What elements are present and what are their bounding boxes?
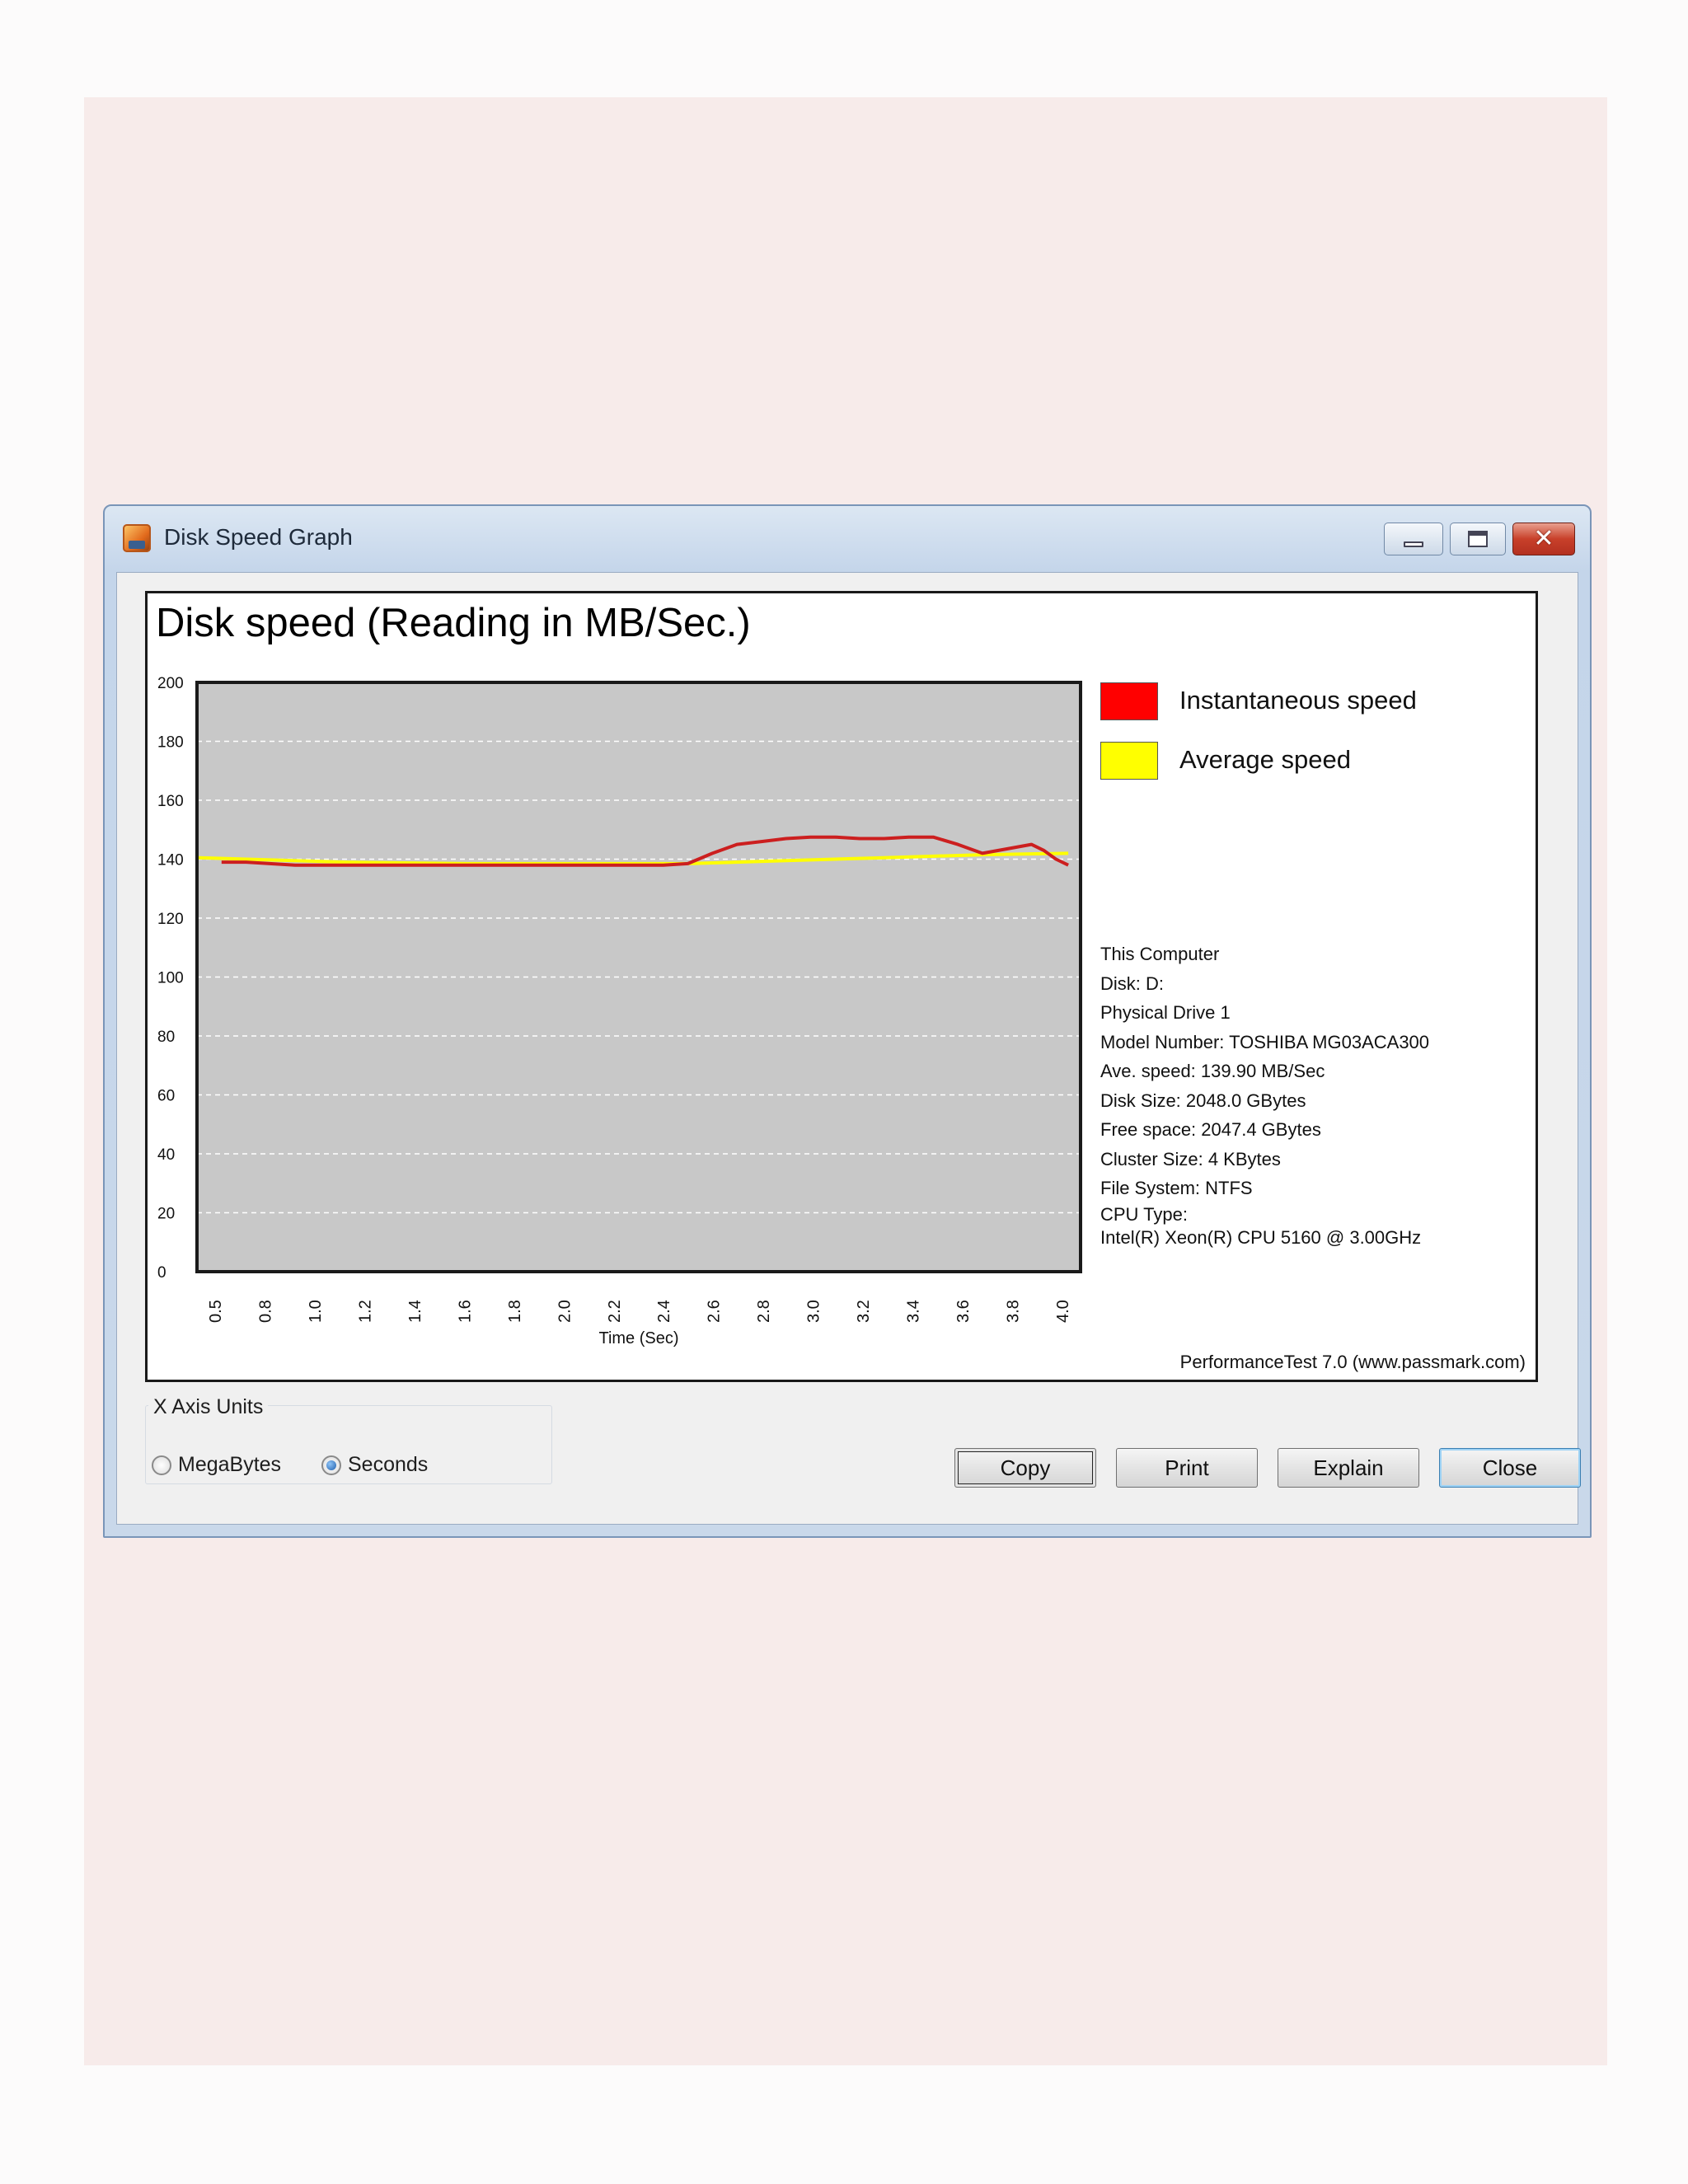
radio-seconds-label[interactable]: Seconds [348,1453,428,1477]
x-tick-label: 2.4 [655,1300,673,1323]
x-tick-label: 2.0 [556,1300,574,1323]
info-model-number: Model Number: TOSHIBA MG03ACA300 [1100,1031,1430,1052]
y-tick-label: 100 [157,970,184,987]
system-info: This Computer Disk: D: Physical Drive 1 … [1100,940,1529,1249]
legend-label-average: Average speed [1179,745,1351,774]
x-tick-label: 0.5 [207,1300,225,1323]
legend-swatch-instantaneous [1100,682,1158,720]
x-tick-label: 1.0 [307,1300,325,1323]
copy-button[interactable]: Copy [954,1448,1096,1488]
info-physical-drive: Physical Drive 1 [1100,1002,1231,1023]
plot-area [197,682,1081,1272]
x-axis-units-label: X Axis Units [148,1395,269,1419]
legend-label-instantaneous: Instantaneous speed [1179,686,1417,715]
y-tick-label: 60 [157,1088,175,1105]
maximize-button[interactable] [1450,523,1506,555]
title-bar[interactable]: Disk Speed Graph ✕ [105,506,1590,572]
info-free-space: Free space: 2047.4 GBytes [1100,1119,1321,1140]
x-tick-label: 3.8 [1005,1300,1023,1323]
disk-speed-graph-window: Disk Speed Graph ✕ Disk speed (Reading i… [103,504,1592,1538]
x-tick-label: 1.8 [506,1300,524,1323]
x-tick-label: 1.2 [356,1300,374,1323]
x-axis-label: Time (Sec) [598,1329,678,1347]
info-cluster-size: Cluster Size: 4 KBytes [1100,1148,1281,1169]
y-tick-label: 200 [157,675,184,692]
x-tick-label: 3.2 [855,1300,873,1323]
x-tick-label: 2.6 [706,1300,724,1323]
x-tick-label: 2.8 [755,1300,773,1323]
legend-swatch-average [1100,742,1158,780]
print-button[interactable]: Print [1116,1448,1258,1488]
y-tick-label: 120 [157,911,184,928]
client-area: Disk speed (Reading in MB/Sec.) 0 20 40 60 8… [116,572,1581,1525]
x-tick-label: 1.4 [406,1300,424,1323]
x-tick-label: 0.8 [256,1300,274,1323]
info-cpu-type-label: CPU Type: [1100,1203,1188,1225]
info-cpu-type-value: Intel(R) Xeon(R) CPU 5160 @ 3.00GHz [1100,1226,1422,1248]
x-tick-label: 4.0 [1054,1300,1072,1323]
info-computer: This Computer [1100,944,1220,964]
info-disk-size: Disk Size: 2048.0 GBytes [1100,1090,1306,1111]
chart-panel: Disk speed (Reading in MB/Sec.) 0 20 40 60 8… [145,591,1538,1382]
radio-megabytes-circle[interactable] [152,1455,171,1475]
radio-seconds-circle[interactable] [321,1455,341,1475]
minimize-icon [1404,541,1423,547]
y-tick-label: 40 [157,1146,175,1164]
maximize-icon [1468,531,1488,547]
close-button[interactable]: Close [1439,1448,1581,1488]
y-tick-label: 80 [157,1029,175,1046]
x-tick-label: 1.6 [456,1300,474,1323]
x-tick-label: 3.0 [805,1300,823,1323]
x-tick-label: 3.6 [954,1300,973,1323]
y-tick-label: 160 [157,793,184,810]
y-tick-label: 140 [157,852,184,869]
minimize-button[interactable] [1384,523,1443,555]
radio-seconds[interactable]: Seconds [321,1453,428,1477]
window-close-button[interactable]: ✕ [1512,523,1575,555]
close-icon: ✕ [1533,524,1554,553]
x-tick-label: 2.2 [606,1300,624,1323]
explain-button[interactable]: Explain [1278,1448,1419,1488]
radio-megabytes[interactable]: MegaBytes [152,1453,281,1477]
radio-megabytes-label[interactable]: MegaBytes [178,1453,281,1477]
x-tick-label: 3.4 [905,1300,923,1323]
window-title: Disk Speed Graph [164,524,353,550]
y-tick-label: 180 [157,734,184,752]
y-tick-label: 20 [157,1206,175,1223]
info-average-speed: Ave. speed: 139.90 MB/Sec [1100,1061,1325,1081]
info-file-system: File System: NTFS [1100,1178,1253,1198]
info-disk: Disk: D: [1100,972,1164,994]
app-icon [123,524,151,552]
credit-text: PerformanceTest 7.0 (www.passmark.com) [1179,1352,1526,1372]
y-tick-label: 0 [157,1264,166,1282]
